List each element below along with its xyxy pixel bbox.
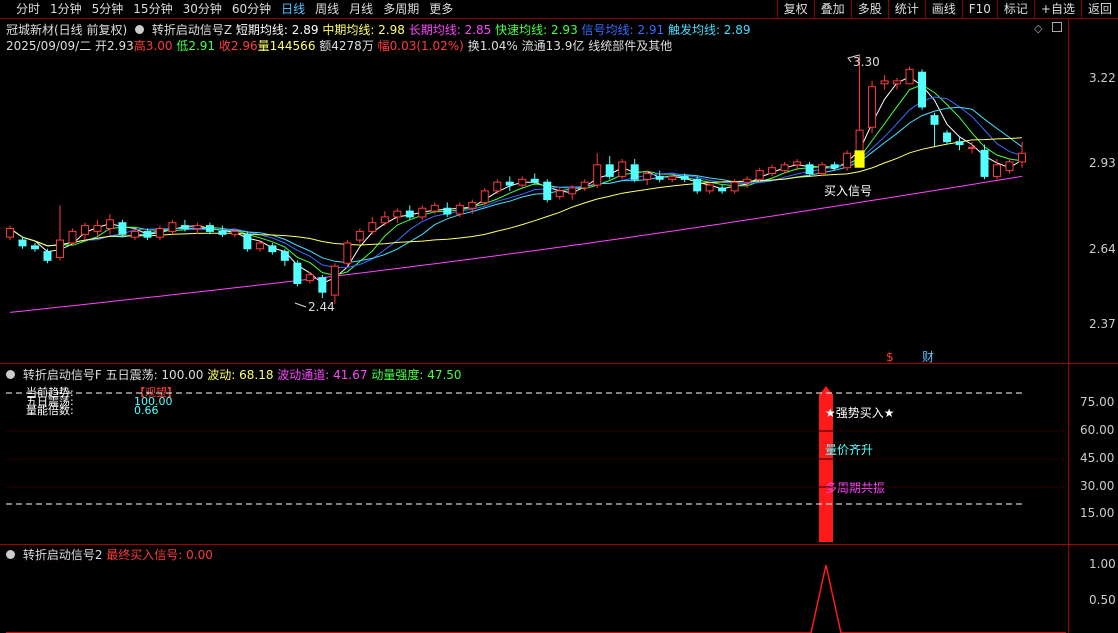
overlay-svg (6, 392, 1066, 633)
final-buy-signal-line (6, 564, 1066, 633)
